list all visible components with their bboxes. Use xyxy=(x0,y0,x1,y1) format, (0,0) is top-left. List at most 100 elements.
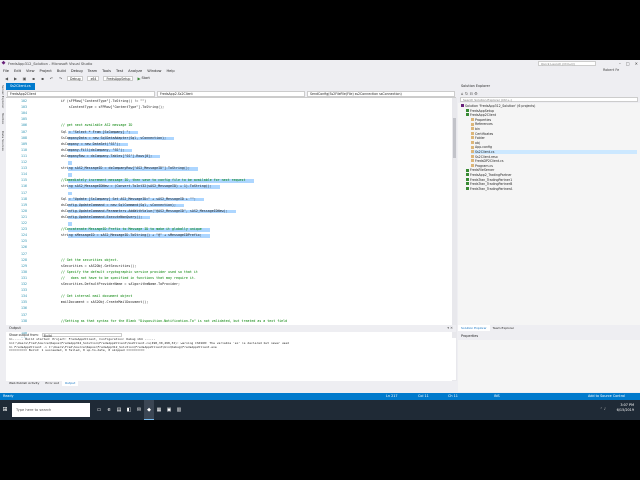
code-line[interactable]: 113 string sAS2_MessageID = dsCompanyRow… xyxy=(6,166,446,171)
config-select[interactable]: Debug xyxy=(67,75,84,81)
code-line[interactable]: 126 xyxy=(6,246,446,250)
save-icon[interactable]: ▪ xyxy=(31,76,36,81)
code-line[interactable]: 134 // Get internal mail document object xyxy=(6,295,446,299)
quick-launch-input[interactable]: Quick Launch (Ctrl+Q) xyxy=(538,61,596,66)
code-line[interactable]: 108 SsCompanyData = new SqlDataAdapter(S… xyxy=(6,136,446,141)
tab-error-list[interactable]: Error List xyxy=(42,380,62,386)
close-icon[interactable]: ✕ xyxy=(635,60,638,67)
code-line[interactable]: 119 dsConfig.UpdateCommand = new SqlComm… xyxy=(6,203,446,208)
tab-output[interactable]: Output xyxy=(61,380,79,386)
network-icon[interactable]: ⌃ xyxy=(600,407,603,411)
code-line[interactable]: 127 xyxy=(6,252,446,257)
server-explorer-tab[interactable]: Server Explorer xyxy=(1,85,5,108)
code-line[interactable]: 132 sSecurities.DefaultProviderName = sA… xyxy=(6,282,446,287)
code-line[interactable]: 102 if (sFPRow["ContentType"].ToString()… xyxy=(6,99,446,104)
edge-icon[interactable]: e xyxy=(104,400,114,420)
volume-icon[interactable]: ♪ xyxy=(604,407,606,411)
code-line[interactable]: 123 //Concatenate MessageID Prefix to Me… xyxy=(6,227,446,232)
user-account[interactable]: Robert Fe xyxy=(603,68,619,72)
menu-item-test[interactable]: Test xyxy=(116,69,123,73)
code-line[interactable]: 124 string sMessageID = sAS2_MessageID.T… xyxy=(6,234,446,238)
data-sources-tab[interactable]: Data Sources xyxy=(1,131,5,151)
code-line[interactable]: 116 string sAS2_MessageIDNew = (Convert.… xyxy=(6,185,446,189)
menu-item-file[interactable]: File xyxy=(3,69,9,73)
code-line[interactable]: 109 dsCompany = new DataSet("SS"); xyxy=(6,142,446,147)
code-line[interactable]: 135 mailDocument = sAS2Obj.CreateMailDoc… xyxy=(6,301,446,305)
menu-item-help[interactable]: Help xyxy=(166,69,174,73)
store-icon[interactable]: ◧ xyxy=(124,400,134,420)
forward-icon[interactable]: ▶ xyxy=(13,76,18,81)
save-all-icon[interactable]: ▪ xyxy=(40,76,45,81)
sql-icon[interactable]: ▦ xyxy=(154,400,164,420)
code-line[interactable]: 122 xyxy=(6,221,446,226)
code-line[interactable]: 130 // Specify the default cryptographic… xyxy=(6,270,446,275)
code-line[interactable]: 125 xyxy=(6,240,446,244)
redo-icon[interactable]: ↷ xyxy=(58,76,63,81)
task-view-icon[interactable]: ▭ xyxy=(94,400,104,420)
output-text[interactable]: 1>------ Build started: Project: FredsAp… xyxy=(6,338,456,380)
member-dropdown[interactable]: SendConfig(Ss2FileFile(File) ss2Connecti… xyxy=(307,91,455,97)
code-line[interactable]: 138 //Setting as that syntax for the Bla… xyxy=(6,319,446,324)
tab-web-publish-activity[interactable]: Web Publish Activity xyxy=(6,380,42,386)
code-line[interactable]: 115 //Immediately increment message ID, … xyxy=(6,179,446,183)
startup-project-select[interactable]: FredsAppSetup xyxy=(103,75,134,81)
settings-icon[interactable]: ⚙ xyxy=(474,91,478,96)
home-icon[interactable]: ⌂ xyxy=(461,91,464,96)
menu-item-debug[interactable]: Debug xyxy=(71,69,83,73)
mail-icon[interactable]: ✉ xyxy=(134,400,144,420)
code-line[interactable]: 110 dsCompany.Fill(dsCompany, "SS"); xyxy=(6,148,446,153)
code-line[interactable]: 112 xyxy=(6,160,446,165)
code-line[interactable]: 118 Sql = "Update [SsCompany] Set AS2_Me… xyxy=(6,197,446,202)
code-line[interactable]: 104 xyxy=(6,112,446,116)
code-line[interactable]: 136 xyxy=(6,307,446,311)
start-button[interactable]: ▶ Start xyxy=(137,76,149,81)
tab-team-explorer[interactable]: Team Explorer xyxy=(490,325,517,331)
menu-item-analyze[interactable]: Analyze xyxy=(128,69,142,73)
menu-item-tools[interactable]: Tools xyxy=(102,69,111,73)
explorer-icon[interactable]: ▤ xyxy=(114,400,124,420)
code-line[interactable]: 111 dsCompanyRow = dsCompany.Tables["SS"… xyxy=(6,154,446,159)
minimize-icon[interactable]: – xyxy=(619,60,621,67)
code-line[interactable]: 103 sContentType = sFPRow["ContentType"]… xyxy=(6,105,446,110)
pin-icon[interactable]: ▾ xyxy=(447,326,449,330)
menu-item-team[interactable]: Team xyxy=(88,69,98,73)
toolbox-tab[interactable]: Toolbox xyxy=(1,113,5,124)
notes-icon[interactable]: ▥ xyxy=(174,400,184,420)
app-icon[interactable]: ▣ xyxy=(164,400,174,420)
code-line[interactable]: 106 // get next available AS2 message ID xyxy=(6,124,446,128)
project-dropdown[interactable]: FredsApp2Client xyxy=(7,91,155,97)
code-line[interactable]: 137 xyxy=(6,313,446,318)
code-line[interactable]: 114 xyxy=(6,173,446,177)
code-line[interactable]: 107 Sql = "Select * From [SsCompany] "; xyxy=(6,130,446,135)
code-line[interactable]: 128 // Get the securities object. xyxy=(6,258,446,263)
class-dropdown[interactable]: FredsApp2.Ss2Client xyxy=(157,91,305,97)
code-line[interactable]: 133 xyxy=(6,288,446,293)
clock[interactable]: 3:07 PM 6/15/2019 xyxy=(617,403,634,413)
menu-item-edit[interactable]: Edit xyxy=(14,69,21,73)
solution-explorer-search[interactable]: Search Solution Explorer (Ctrl+;) xyxy=(460,97,638,102)
undo-icon[interactable]: ↶ xyxy=(49,76,54,81)
tree-node[interactable]: FredsTran_TradingPartnerA xyxy=(466,187,637,191)
collapse-all-icon[interactable]: ⊟ xyxy=(469,91,472,96)
code-line[interactable]: 131 // does not have to be specified in … xyxy=(6,276,446,281)
visual-studio-icon[interactable]: ◆ xyxy=(144,400,154,420)
windows-start-icon[interactable]: ⊞ xyxy=(0,400,10,420)
platform-select[interactable]: x64 xyxy=(87,75,100,81)
menu-item-project[interactable]: Project xyxy=(40,69,52,73)
code-line[interactable]: 129 sSecurities = sAS2Obj.GetSecurities(… xyxy=(6,264,446,269)
code-line[interactable]: 105 xyxy=(6,118,446,122)
code-line[interactable]: 121 dsConfig.UpdateCommand.ExecuteNonQue… xyxy=(6,215,446,220)
close-panel-icon[interactable]: ✕ xyxy=(450,326,453,330)
new-project-icon[interactable]: ▣ xyxy=(22,76,27,81)
back-icon[interactable]: ◀ xyxy=(4,76,9,81)
code-line[interactable]: 120 dsConfig.UpdateCommand.Parameters.Ad… xyxy=(6,209,446,214)
tab-solution-explorer[interactable]: Solution Explorer xyxy=(458,325,490,331)
scrollbar-thumb[interactable] xyxy=(453,118,456,158)
menu-item-view[interactable]: View xyxy=(26,69,35,73)
taskbar-search[interactable]: Type here to search xyxy=(12,403,90,417)
maximize-icon[interactable]: □ xyxy=(626,60,630,67)
code-line[interactable]: 117 xyxy=(6,191,446,196)
tab-ss2client[interactable]: Ss2Client.cs xyxy=(6,83,35,90)
add-to-source-control[interactable]: Add to Source Control xyxy=(588,393,625,400)
refresh-icon[interactable]: ↻ xyxy=(465,91,468,96)
